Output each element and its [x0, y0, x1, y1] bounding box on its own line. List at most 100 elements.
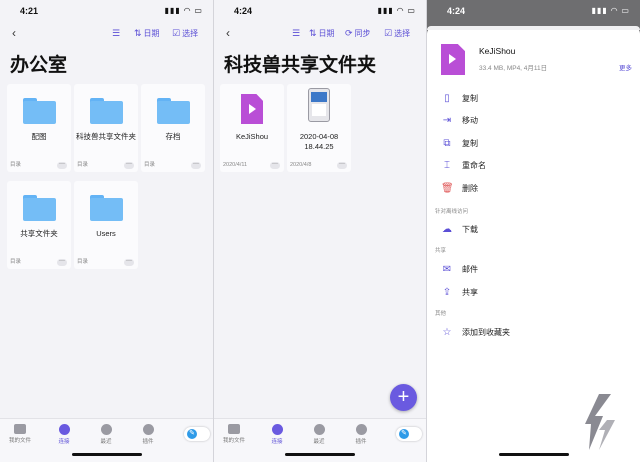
status-icons: ▮▮▮ ◠ ▭ — [164, 6, 203, 15]
home-indicator — [498, 453, 569, 456]
tab-plugins[interactable]: 插件 — [131, 424, 165, 445]
sync-button[interactable]: ⟳ 同步 — [345, 28, 371, 39]
folder-meta: 目录 — [77, 162, 89, 168]
action-duplicate[interactable]: ⧉ 复制 — [441, 136, 640, 150]
more-options-button[interactable]: ··· — [57, 161, 67, 169]
tab-label: 连接 — [271, 439, 283, 445]
select-button[interactable]: ☑ 选择 — [384, 28, 410, 39]
nav-bar: ‹ ☰ ⇅ 日期 ☑ 选择 — [0, 26, 213, 42]
more-options-button[interactable]: ··· — [337, 161, 347, 169]
sort-date-button[interactable]: ⇅ 日期 — [309, 28, 335, 39]
sort-date-label: 日期 — [318, 29, 335, 38]
shared-folder-screen: 4:24 ▮▮▮ ◠ ▭ ‹ ☰ ⇅ 日期 ⟳ 同步 ☑ 选择 科技兽共享文件夹… — [214, 0, 426, 462]
tab-bar: 我的文件 连接 最近 插件 ✎ — [214, 418, 426, 462]
folder-icon — [228, 424, 240, 434]
more-options-button[interactable]: ··· — [124, 258, 134, 266]
tab-connect[interactable]: 连接 — [260, 424, 294, 445]
file-meta: 33.4 MB, MP4, 4月11日 — [479, 65, 548, 72]
status-icons: ▮▮▮ ◠ ▭ — [377, 6, 416, 15]
checkbox-icon: ☑ — [384, 28, 393, 38]
more-options-button[interactable]: ··· — [57, 258, 67, 266]
page-title: 办公室 — [10, 55, 68, 76]
file-name: KeJiShou — [235, 132, 269, 141]
action-delete[interactable]: 🗑 删除 — [441, 181, 640, 195]
tab-plugins[interactable]: 插件 — [344, 424, 378, 445]
action-download[interactable]: ☁ 下载 — [441, 222, 640, 236]
folder-icon — [22, 98, 56, 124]
list-view-button[interactable]: ☰ — [112, 28, 120, 39]
file-tile[interactable]: KeJiShou 2020/4/11 ··· — [220, 84, 284, 172]
back-button[interactable]: ‹ — [12, 26, 16, 40]
status-bar: 4:24 ▮▮▮ ◠ ▭ — [427, 6, 640, 18]
tab-label: 连接 — [58, 439, 70, 445]
add-button[interactable]: + — [390, 384, 417, 411]
file-tile[interactable]: 2020-04-08 18.44.25 2020/4/8 ··· — [287, 84, 351, 172]
folder-tile[interactable]: 科技兽共享文件夹 目录 ··· — [74, 84, 138, 172]
status-time: 4:24 — [447, 6, 466, 16]
sheet-handle[interactable] — [427, 26, 640, 30]
sort-date-button[interactable]: ⇅ 日期 — [134, 28, 160, 39]
action-move[interactable]: ⇥ 移动 — [441, 113, 640, 127]
folder-name: 共享文件夹 — [20, 229, 58, 238]
sort-date-label: 日期 — [143, 29, 160, 38]
action-label: 删除 — [462, 183, 478, 193]
sort-icon: ⇅ — [309, 28, 317, 38]
tab-my-files[interactable]: 我的文件 — [217, 424, 251, 444]
folder-tile[interactable]: 存档 目录 ··· — [141, 84, 205, 172]
file-actions-screen: 4:24 ▮▮▮ ◠ ▭ KeJiShou 33.4 MB, MP4, 4月11… — [427, 0, 640, 462]
action-copy[interactable]: ▯ 复制 — [441, 91, 640, 105]
clock-icon — [313, 424, 325, 435]
tab-label: 最近 — [100, 439, 112, 445]
action-label: 下载 — [462, 224, 478, 234]
tab-label: 插件 — [142, 439, 154, 445]
tab-my-files[interactable]: 我的文件 — [3, 424, 37, 444]
tab-connect[interactable]: 连接 — [47, 424, 81, 445]
trash-icon: 🗑 — [441, 182, 454, 194]
action-label: 共享 — [462, 287, 478, 297]
compass-icon: ✎ — [399, 429, 409, 439]
nav-bar: ‹ ☰ ⇅ 日期 ⟳ 同步 ☑ 选择 — [214, 26, 426, 42]
sync-icon: ⟳ — [345, 28, 353, 38]
action-email[interactable]: ✉ 邮件 — [441, 262, 640, 276]
section-header-other: 其他 — [435, 311, 447, 317]
action-label: 复制 — [462, 138, 478, 148]
tab-recent[interactable]: 最近 — [302, 424, 336, 445]
select-label: 选择 — [394, 29, 411, 38]
folder-tile[interactable]: 共享文件夹 目录 ··· — [7, 181, 71, 269]
action-rename[interactable]: ⌶ 重命名 — [441, 158, 640, 172]
compass-icon: ✎ — [187, 429, 197, 439]
folder-icon — [89, 195, 123, 221]
compass-widget[interactable]: ✎ — [396, 427, 422, 441]
plugin-icon — [142, 424, 154, 435]
folder-meta: 目录 — [144, 162, 156, 168]
more-options-button[interactable]: ··· — [270, 161, 280, 169]
section-header-share: 共享 — [435, 248, 447, 254]
list-view-button[interactable]: ☰ — [292, 28, 300, 39]
folder-tile[interactable]: Users 目录 ··· — [74, 181, 138, 269]
more-options-button[interactable]: ··· — [124, 161, 134, 169]
select-button[interactable]: ☑ 选择 — [172, 28, 198, 39]
checkbox-icon: ☑ — [172, 28, 181, 38]
tab-recent[interactable]: 最近 — [89, 424, 123, 445]
plugin-icon — [355, 424, 367, 435]
star-icon: ☆ — [442, 326, 452, 338]
more-link[interactable]: 更多 — [619, 62, 632, 72]
back-button[interactable]: ‹ — [226, 26, 230, 40]
clock-icon — [100, 424, 112, 435]
file-name: 2020-04-08 18.44.25 — [299, 132, 339, 151]
folder-icon — [14, 424, 26, 434]
status-bar: 4:24 ▮▮▮ ◠ ▭ — [214, 6, 426, 18]
folder-tile[interactable]: 配图 目录 ··· — [7, 84, 71, 172]
folder-name: 存档 — [165, 132, 181, 141]
folder-name: 科技兽共享文件夹 — [76, 132, 136, 141]
video-file-icon — [441, 44, 465, 75]
compass-widget[interactable]: ✎ — [184, 427, 210, 441]
action-label: 移动 — [462, 115, 478, 125]
action-add-favorite[interactable]: ☆ 添加到收藏夹 — [441, 325, 640, 339]
action-share[interactable]: ⇪ 共享 — [441, 285, 640, 299]
file-date: 2020/4/8 — [290, 162, 312, 168]
status-time: 4:24 — [234, 6, 253, 16]
folder-meta: 目录 — [77, 259, 89, 265]
copy-icon: ▯ — [444, 92, 450, 104]
more-options-button[interactable]: ··· — [191, 161, 201, 169]
